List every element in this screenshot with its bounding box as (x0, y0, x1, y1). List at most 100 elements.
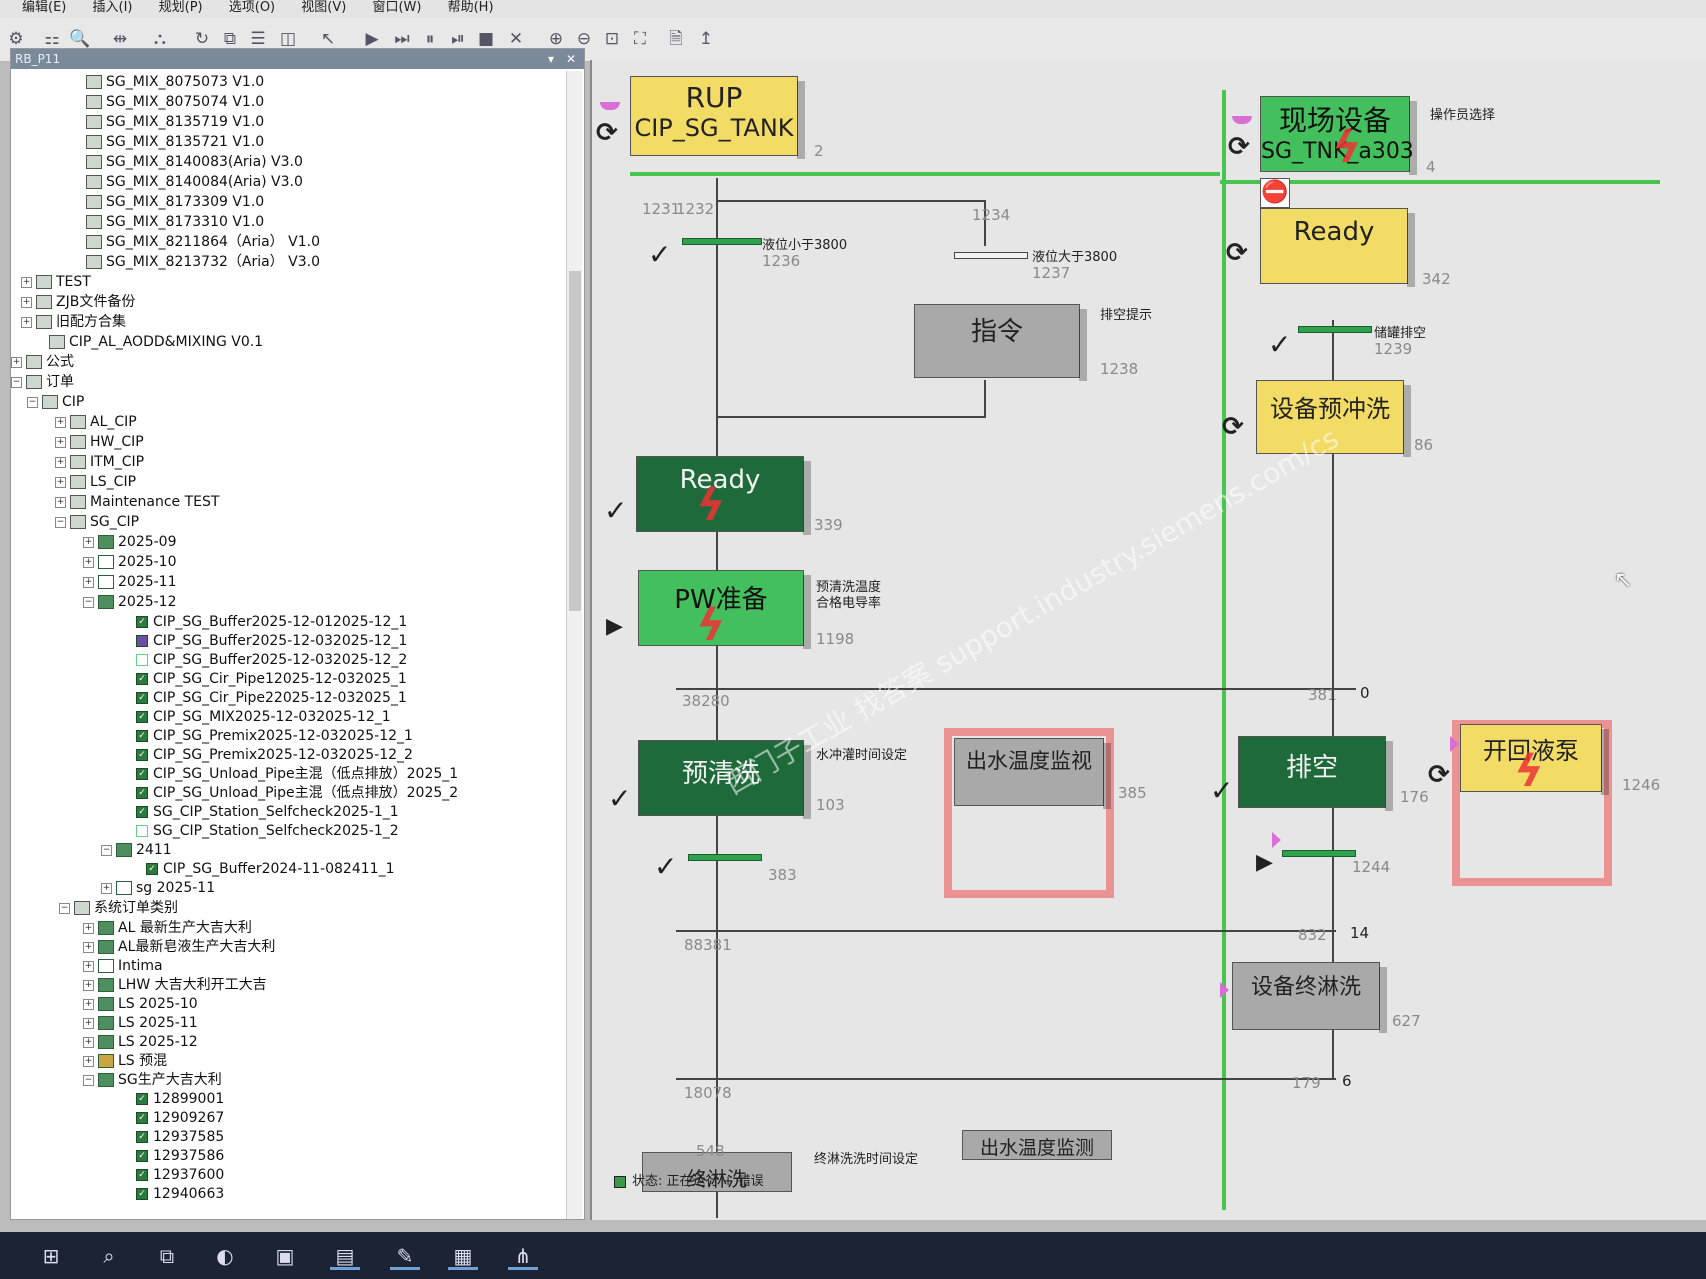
zoom-out-icon[interactable]: ⊖ (572, 28, 596, 50)
tree-node[interactable]: − CIP (27, 393, 84, 411)
breakpoint-marker[interactable] (1450, 736, 1459, 752)
properties-icon[interactable]: ⚙ (4, 28, 28, 50)
expand-icon[interactable]: + (83, 1017, 94, 1029)
expand-icon[interactable]: + (83, 536, 94, 548)
collapse-icon[interactable]: − (83, 596, 94, 608)
tree-node[interactable]: ✓ 12937586 (136, 1147, 224, 1165)
task-view-icon[interactable]: ⧉ (152, 1242, 182, 1270)
step-preflush[interactable]: 设备预冲洗 (1256, 380, 1411, 457)
collapse-icon[interactable]: − (27, 396, 38, 408)
step-prewash[interactable]: 预清洗 (638, 740, 811, 819)
tree-node[interactable]: + TEST (21, 273, 91, 291)
tree-node[interactable]: ✓ 12899001 (136, 1090, 224, 1108)
tree-node[interactable]: ✓ CIP_SG_MIX2025-12-032025-12_1 (136, 708, 391, 726)
step-rup[interactable]: RUP CIP_SG_TANK (630, 76, 805, 159)
help-pointer-icon[interactable]: ↖ (316, 28, 340, 50)
hierarchy-icon[interactable]: ⛬ (148, 28, 172, 50)
menu-edit[interactable]: 编辑(E) (0, 0, 66, 16)
transition-383[interactable] (688, 854, 762, 861)
tree-node[interactable]: + LS 2025-11 (83, 1014, 198, 1032)
upload-icon[interactable]: ↥ (694, 28, 718, 50)
expand-icon[interactable]: + (83, 979, 94, 991)
menu-view[interactable]: 视图(V) (279, 0, 346, 16)
app-icon[interactable]: ▦ (448, 1242, 478, 1270)
collapse-icon[interactable]: − (11, 376, 22, 388)
tree-node[interactable]: + LS 预混 (83, 1052, 167, 1070)
step-ready-right[interactable]: Ready (1260, 208, 1415, 287)
tree-node[interactable]: SG_MIX_8140083(Aria) V3.0 (86, 153, 303, 171)
tree-scroll-thumb[interactable] (569, 271, 581, 611)
collapse-icon[interactable]: − (101, 844, 112, 856)
menu-window[interactable]: 窗口(W) (350, 0, 421, 16)
tree-node[interactable]: +2025-09 (83, 533, 177, 551)
step-outlet-temp-monitor[interactable]: 出水温度监视 (954, 738, 1111, 809)
expand-icon[interactable]: + (83, 1036, 94, 1048)
tree-node[interactable]: SG_MIX_8075073 V1.0 (86, 73, 264, 91)
app-icon[interactable]: ✎ (390, 1242, 420, 1270)
tree-node[interactable]: + ITM_CIP (55, 453, 144, 471)
tree-node[interactable]: + AL 最新生产大吉大利 (83, 919, 252, 937)
expand-icon[interactable]: + (83, 960, 94, 972)
tree-node[interactable]: ✓ CIP_SG_Unload_Pipe主混（低点排放）2025_2 (136, 784, 458, 802)
tree-node[interactable]: CIP_SG_Buffer2025-12-032025-12_1 (136, 632, 407, 650)
transition-1237[interactable] (954, 252, 1028, 259)
expand-icon[interactable]: + (55, 436, 66, 448)
tree-node[interactable]: − SG_CIP (55, 513, 139, 531)
tree-node[interactable]: + 公式 (11, 353, 74, 371)
tree-node[interactable]: SG_MIX_8135719 V1.0 (86, 113, 264, 131)
breakpoint-marker[interactable] (600, 102, 620, 110)
menu-plan[interactable]: 规划(P) (137, 0, 203, 16)
tree-node[interactable]: −2025-12 (83, 593, 177, 611)
tree-node[interactable]: SG_CIP_Station_Selfcheck2025-1_2 (136, 822, 399, 840)
tree-node[interactable]: ✓ CIP_SG_Buffer2025-12-012025-12_1 (136, 613, 407, 631)
tree-node[interactable]: + LS 2025-10 (83, 995, 198, 1013)
tree-node[interactable]: ✓ CIP_SG_Premix2025-12-032025-12_2 (136, 746, 413, 764)
step-drain[interactable]: 排空 (1238, 736, 1393, 811)
stop-sign-icon[interactable]: ⛔ (1260, 178, 1290, 208)
tree-node[interactable]: + AL_CIP (55, 413, 137, 431)
tree-node[interactable]: ✓ 12937585 (136, 1128, 224, 1146)
expand-icon[interactable]: + (83, 922, 94, 934)
tree-node[interactable]: − SG生产大吉大利 (83, 1071, 222, 1089)
zoom-area-icon[interactable]: ⛶ (628, 28, 652, 50)
tree-node[interactable]: + Maintenance TEST (55, 493, 219, 511)
close-icon[interactable]: ✕ (566, 49, 576, 69)
tree-node[interactable]: ✓ 12909267 (136, 1109, 224, 1127)
collapse-icon[interactable]: − (83, 1074, 94, 1086)
expand-icon[interactable]: + (55, 416, 66, 428)
tree-node[interactable]: SG_MIX_8173309 V1.0 (86, 193, 264, 211)
collapse-icon[interactable]: − (55, 516, 66, 528)
expand-icon[interactable]: + (83, 998, 94, 1010)
tree-node[interactable]: ✓ SG_CIP_Station_Selfcheck2025-1_1 (136, 803, 399, 821)
app-icon[interactable]: ◐ (210, 1242, 240, 1270)
tree-node[interactable]: + sg 2025-11 (101, 879, 215, 897)
tree-node[interactable]: + LHW 大吉大利开工大吉 (83, 976, 267, 994)
transition-1236[interactable] (682, 238, 762, 245)
align-icon[interactable]: ⇹ (108, 28, 132, 50)
expand-icon[interactable]: + (101, 882, 112, 894)
tree-node[interactable]: +2025-11 (83, 573, 177, 591)
app-icon[interactable]: ▤ (330, 1242, 360, 1270)
tree-node[interactable]: ✓ CIP_SG_Cir_Pipe22025-12-032025_1 (136, 689, 407, 707)
tree-node[interactable]: + 旧配方合集 (21, 313, 126, 331)
tree-node[interactable]: ✓ CIP_SG_Premix2025-12-032025-12_1 (136, 727, 413, 745)
menu-help[interactable]: 帮助(H) (426, 0, 494, 16)
play-icon[interactable]: ▶ (360, 28, 384, 50)
tree-node[interactable]: ✓ CIP_SG_Cir_Pipe12025-12-032025_1 (136, 670, 407, 688)
tree-node[interactable]: SG_MIX_8140084(Aria) V3.0 (86, 173, 303, 191)
tree-node[interactable]: ✓ 12937600 (136, 1166, 224, 1184)
document-icon[interactable]: 🗎 (664, 28, 688, 50)
pause-icon[interactable]: ⏸ (418, 28, 442, 50)
columns-icon[interactable]: ◫ (276, 28, 300, 50)
tree-node[interactable]: SG_MIX_8213732（Aria） V3.0 (86, 253, 320, 271)
expand-icon[interactable]: + (21, 276, 32, 288)
step-outlet-temp-monitor-2[interactable]: 出水温度监测 (962, 1130, 1112, 1160)
step-command[interactable]: 指令 (914, 304, 1087, 381)
list-icon[interactable]: ☰ (246, 28, 270, 50)
search-icon[interactable]: ⌕ (94, 1242, 124, 1270)
refresh-icon[interactable]: ↻ (190, 28, 214, 50)
pin-icon[interactable]: ▾ (548, 49, 554, 69)
collapse-icon[interactable]: − (59, 902, 70, 914)
windows-start-icon[interactable]: ⊞ (36, 1242, 66, 1270)
expand-icon[interactable]: + (21, 316, 32, 328)
